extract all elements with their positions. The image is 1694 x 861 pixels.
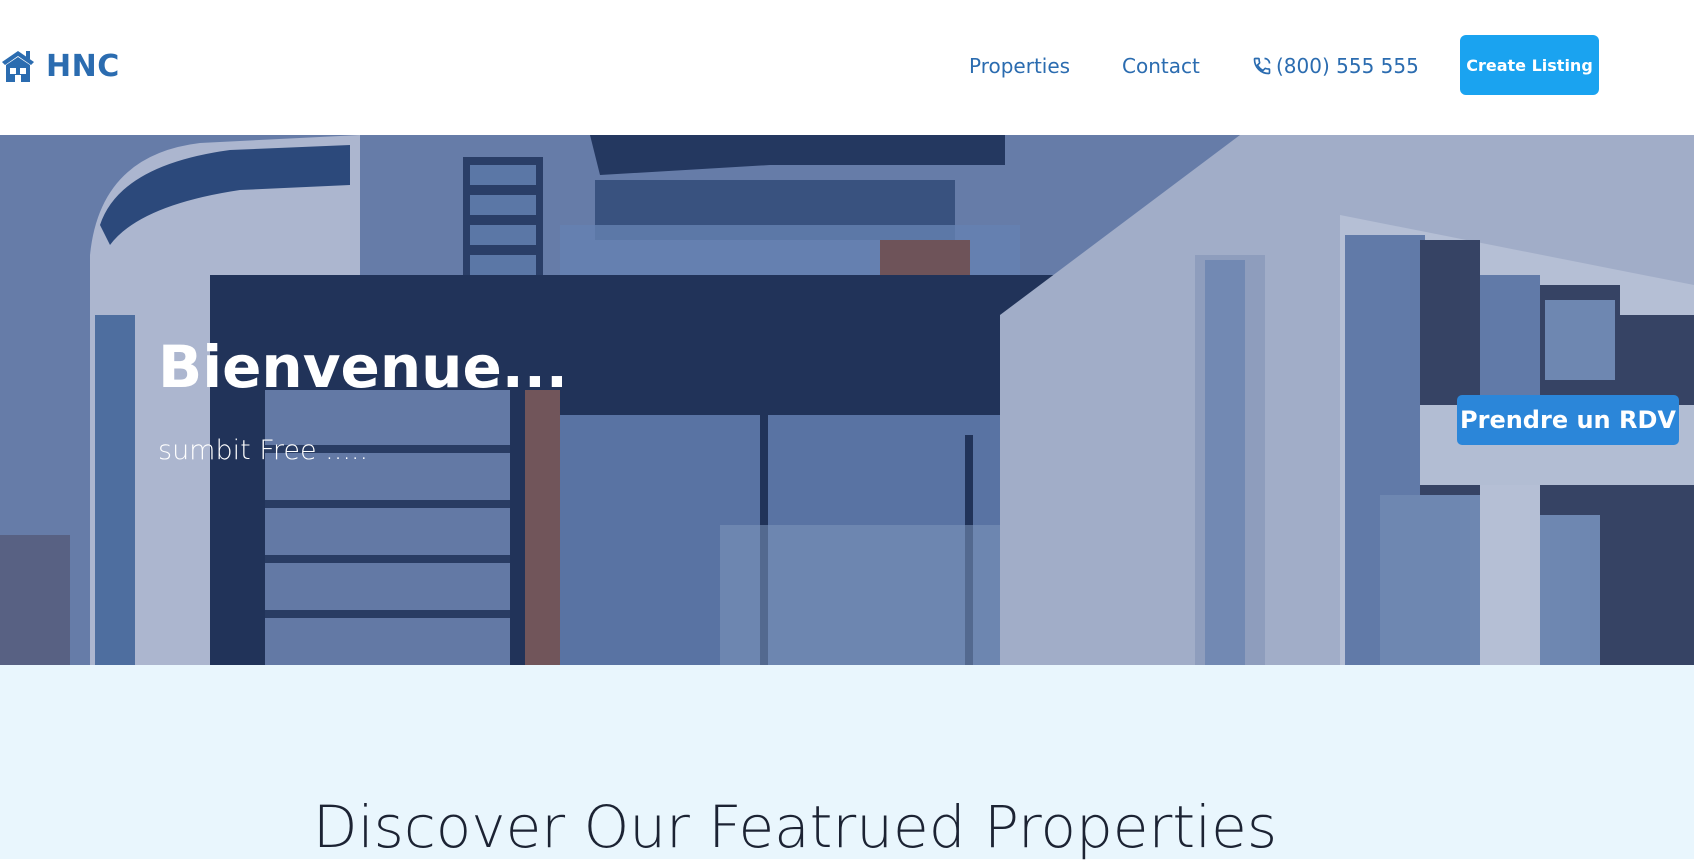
create-listing-button[interactable]: Create Listing (1460, 35, 1599, 95)
brand-logo-link[interactable]: HNC (0, 46, 120, 86)
nav-link-contact[interactable]: Contact (1122, 48, 1200, 84)
house-icon (2, 51, 34, 82)
hero-subtitle: sumbit Free ..... (158, 435, 369, 466)
phone-icon (1253, 57, 1271, 75)
phone-number: (800) 555 555 (1276, 54, 1419, 78)
featured-section-title: Discover Our Featrued Properties (312, 793, 1278, 861)
hero-title: Bienvenue... (158, 333, 568, 401)
featured-properties-section: Discover Our Featrued Properties (0, 665, 1694, 861)
phone-link[interactable]: (800) 555 555 (1252, 50, 1419, 82)
book-appointment-button[interactable]: Prendre un RDV (1457, 395, 1679, 445)
nav-link-properties[interactable]: Properties (969, 48, 1070, 84)
hero-banner: Bienvenue... sumbit Free ..... Prendre u… (0, 135, 1694, 665)
site-header: HNC Properties Contact (800) 555 555 Cre… (0, 0, 1694, 135)
brand-name: HNC (46, 48, 120, 84)
